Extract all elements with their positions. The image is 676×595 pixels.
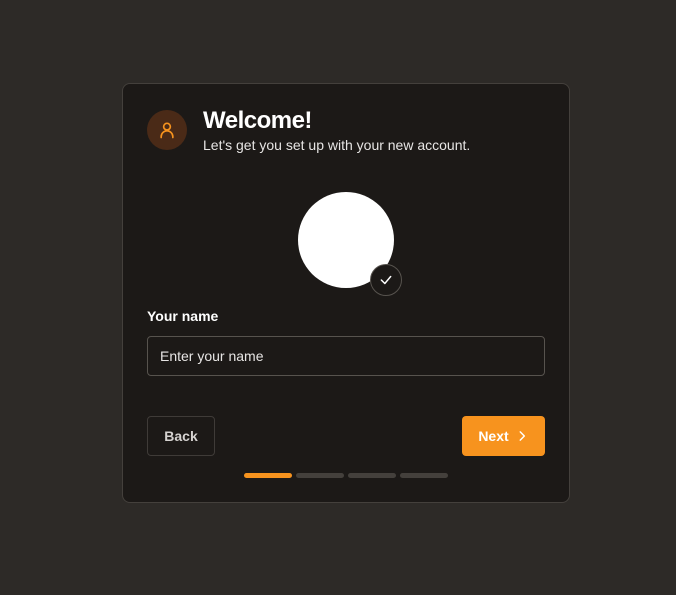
name-label: Your name [147,308,219,324]
progress-step [400,473,448,478]
card-header: Welcome! Let's get you set up with your … [147,107,470,154]
page-subtitle: Let's get you set up with your new accou… [203,137,471,153]
next-button-label: Next [478,428,509,444]
progress-indicator [244,473,448,478]
header-text: Welcome! Let's get you set up with your … [203,106,470,154]
user-icon [147,110,187,150]
onboarding-card: Welcome! Let's get you set up with your … [122,83,570,503]
back-button-label: Back [164,428,198,444]
name-input[interactable] [147,336,545,376]
page-title: Welcome! [203,107,312,134]
progress-step [244,473,292,478]
back-button[interactable]: Back [147,416,215,456]
avatar-container [298,192,404,298]
progress-step [348,473,396,478]
chevron-right-icon [519,431,525,441]
progress-step [296,473,344,478]
next-button[interactable]: Next [462,416,545,456]
check-icon[interactable] [370,264,402,296]
